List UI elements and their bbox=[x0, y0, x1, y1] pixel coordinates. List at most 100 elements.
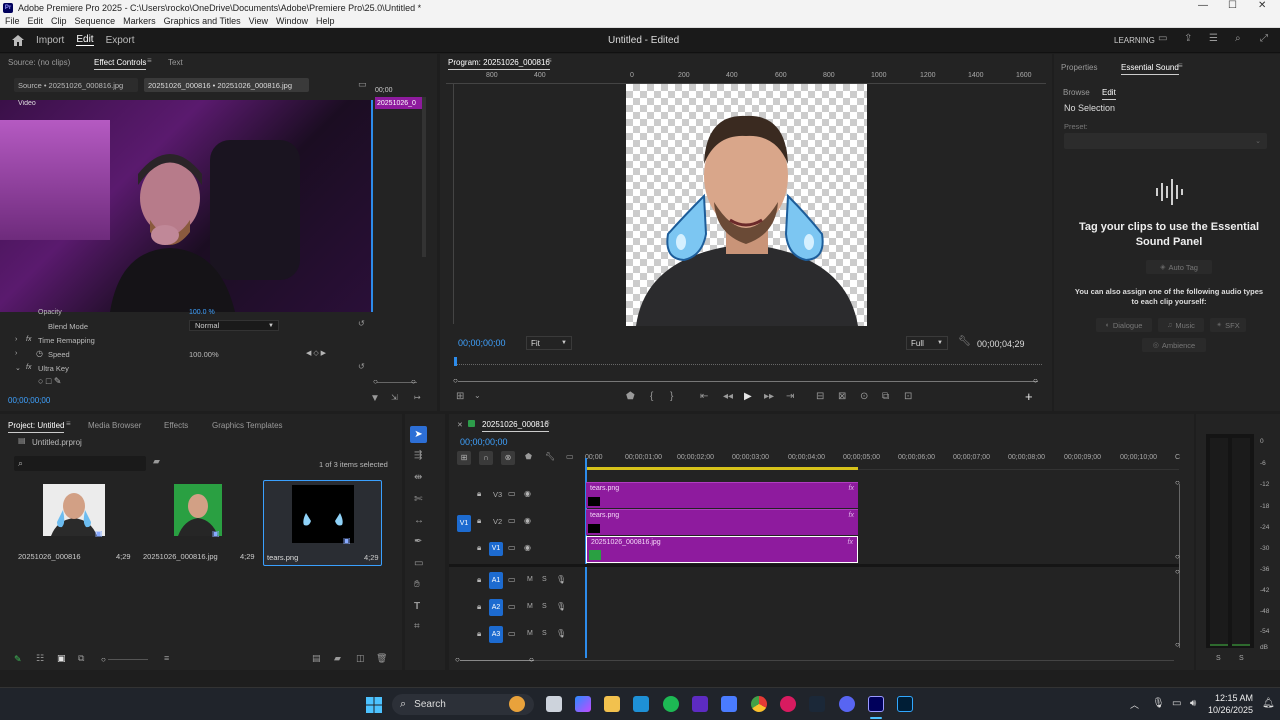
mask-ellipse-icon[interactable]: ○ □ ✎ bbox=[38, 376, 61, 387]
notifications-icon[interactable]: 🔔︎ bbox=[1262, 698, 1275, 709]
export-frame-icon[interactable]: ⇲ bbox=[391, 394, 398, 402]
lock-track-icon[interactable]: 🔒︎ bbox=[477, 575, 481, 585]
tab-source[interactable]: Source: (no clips) bbox=[8, 58, 70, 67]
ambience-button[interactable]: ◎ Ambience bbox=[1142, 338, 1206, 352]
camera-icon[interactable]: ⊙ bbox=[860, 392, 868, 402]
lock-track-icon[interactable]: 🔒︎ bbox=[477, 602, 481, 612]
volume-icon[interactable]: 🔊︎ bbox=[1190, 698, 1196, 709]
track-target-v1[interactable]: V1 bbox=[489, 542, 503, 556]
mark-out-icon[interactable]: } bbox=[670, 392, 673, 402]
zoom-slider[interactable] bbox=[108, 659, 148, 660]
lock-track-icon[interactable]: 🔒︎ bbox=[477, 489, 481, 499]
mark-in-icon[interactable]: { bbox=[650, 392, 653, 402]
microphone-tray-icon[interactable]: 🎙︎ bbox=[1152, 698, 1165, 709]
solo-button[interactable]: S bbox=[542, 630, 547, 637]
sequence-menu-icon[interactable]: ≡ bbox=[545, 419, 550, 427]
tab-text[interactable]: Text bbox=[168, 58, 183, 67]
project-item-selected[interactable]: ▣ tears.png 4;29 bbox=[263, 480, 382, 566]
lift-icon[interactable]: ⊟ bbox=[816, 392, 824, 402]
zoom-slider-handle[interactable]: ○ bbox=[101, 655, 106, 664]
menu-graphics[interactable]: Graphics and Titles bbox=[164, 16, 241, 26]
new-bin-icon[interactable]: ▰ bbox=[153, 457, 160, 466]
mute-button[interactable]: M bbox=[527, 576, 533, 583]
play-icon[interactable]: ▶ bbox=[744, 392, 752, 402]
sync-lock-icon[interactable]: ▭ bbox=[508, 575, 516, 584]
premiere-taskbar-icon[interactable] bbox=[868, 696, 884, 712]
menu-markers[interactable]: Markers bbox=[123, 16, 156, 26]
insert-nest-icon[interactable]: ⊞ bbox=[457, 451, 471, 465]
freeform-view-icon[interactable]: ⧉ bbox=[78, 654, 84, 663]
learning-button[interactable]: LEARNING bbox=[1114, 36, 1155, 45]
clock-date[interactable]: 10/26/2025 bbox=[1205, 705, 1253, 715]
sync-lock-icon[interactable]: ▭ bbox=[508, 516, 516, 525]
tab-effects[interactable]: Effects bbox=[164, 421, 188, 430]
razor-icon[interactable]: ✄ bbox=[414, 495, 422, 505]
timeline-wrench-icon[interactable]: 🔧︎ bbox=[545, 453, 555, 461]
new-bin-footer-icon[interactable]: ▰ bbox=[334, 654, 341, 663]
work-area-bar[interactable] bbox=[586, 467, 858, 470]
slip-tool-icon[interactable]: ↔ bbox=[414, 516, 424, 526]
clip-v1[interactable]: 20251026_000816.jpg fx bbox=[586, 536, 858, 563]
solo-button[interactable]: S bbox=[542, 576, 547, 583]
ec-timecode[interactable]: 00;00;00;00 bbox=[8, 396, 50, 405]
sync-lock-icon[interactable]: ▭ bbox=[508, 602, 516, 611]
maximize-button[interactable]: ☐ bbox=[1228, 0, 1237, 11]
wrench-icon[interactable]: 🔧︎ bbox=[958, 337, 971, 347]
lock-track-icon[interactable]: 🔒︎ bbox=[477, 543, 481, 553]
mute-button[interactable]: M bbox=[527, 603, 533, 610]
track-select-icon[interactable]: ⇶ bbox=[414, 451, 422, 461]
menu-window[interactable]: Window bbox=[276, 16, 308, 26]
sfx-button[interactable]: ✴ SFX bbox=[1210, 318, 1246, 332]
copilot-icon[interactable] bbox=[575, 696, 591, 712]
music-button[interactable]: ♫ Music bbox=[1158, 318, 1204, 332]
eye-icon[interactable]: ◉ bbox=[524, 516, 531, 525]
maps-pin-icon[interactable] bbox=[780, 696, 796, 712]
app-icon[interactable] bbox=[721, 696, 737, 712]
close-button[interactable]: ✕ bbox=[1258, 0, 1266, 11]
sync-lock-icon[interactable]: ▭ bbox=[508, 629, 516, 638]
v-scroll-handle-audio[interactable]: ○ bbox=[1175, 567, 1180, 576]
v-scroll-handle-bottom[interactable]: ○ bbox=[1175, 640, 1180, 649]
microphone-icon[interactable]: 🎙︎ bbox=[556, 602, 566, 611]
menu-edit[interactable]: Edit bbox=[28, 16, 44, 26]
program-playhead[interactable] bbox=[454, 357, 457, 366]
lock-track-icon[interactable]: 🔒︎ bbox=[477, 516, 481, 526]
vr-icon[interactable]: ⊡ bbox=[904, 392, 912, 402]
extract-icon[interactable]: ⊠ bbox=[838, 392, 846, 402]
pen-tool-icon[interactable]: ✒ bbox=[414, 537, 422, 547]
program-zoom-left[interactable]: ○ bbox=[453, 376, 458, 385]
preset-dropdown[interactable]: ⌄ bbox=[1064, 133, 1267, 149]
steam-icon[interactable] bbox=[809, 696, 825, 712]
program-canvas[interactable] bbox=[626, 84, 867, 326]
menu-clip[interactable]: Clip bbox=[51, 16, 67, 26]
snap-icon[interactable]: ∩ bbox=[479, 451, 493, 465]
widgets-icon[interactable] bbox=[509, 696, 525, 712]
task-view-icon[interactable] bbox=[546, 696, 562, 712]
trash-icon[interactable]: 🗑︎ bbox=[376, 654, 387, 663]
menu-help[interactable]: Help bbox=[316, 16, 335, 26]
track-target-a1[interactable]: A1 bbox=[489, 572, 503, 589]
horizontal-scrollbar[interactable] bbox=[460, 660, 534, 661]
settings-grid-icon[interactable]: ⊞ bbox=[456, 392, 464, 402]
play-only-audio-icon[interactable]: ↦ bbox=[414, 394, 421, 402]
ec-zoom-left-handle[interactable]: ○ bbox=[373, 377, 378, 386]
fullscreen-icon[interactable]: ⤢ bbox=[1260, 34, 1268, 44]
add-marker-icon[interactable]: ⬟ bbox=[525, 453, 532, 461]
program-scrub-ruler[interactable] bbox=[454, 357, 1042, 365]
windows-start-icon[interactable] bbox=[366, 697, 382, 713]
chevron-up-icon[interactable]: ︿ bbox=[1130, 698, 1139, 711]
solo-right-button[interactable]: S bbox=[1239, 655, 1244, 662]
step-back-icon[interactable]: ◂◂ bbox=[723, 392, 733, 402]
microphone-icon[interactable]: 🎙︎ bbox=[556, 575, 566, 584]
photoshop-icon[interactable] bbox=[897, 696, 913, 712]
automate-icon[interactable]: ▤ bbox=[312, 654, 321, 663]
lock-track-icon[interactable]: 🔒︎ bbox=[477, 629, 481, 639]
go-to-in-icon[interactable]: ⇤ bbox=[700, 392, 708, 402]
reset-blend-icon[interactable]: ↺ bbox=[358, 320, 365, 328]
tab-project[interactable]: Project: Untitled bbox=[8, 421, 65, 433]
fit-dropdown[interactable]: Fit ▼ bbox=[526, 336, 572, 350]
eye-icon[interactable]: ◉ bbox=[524, 489, 531, 498]
chrome-icon[interactable] bbox=[751, 696, 767, 712]
sort-icon[interactable]: ≡ bbox=[164, 654, 169, 663]
tab-graphics-templates[interactable]: Graphics Templates bbox=[212, 421, 283, 430]
